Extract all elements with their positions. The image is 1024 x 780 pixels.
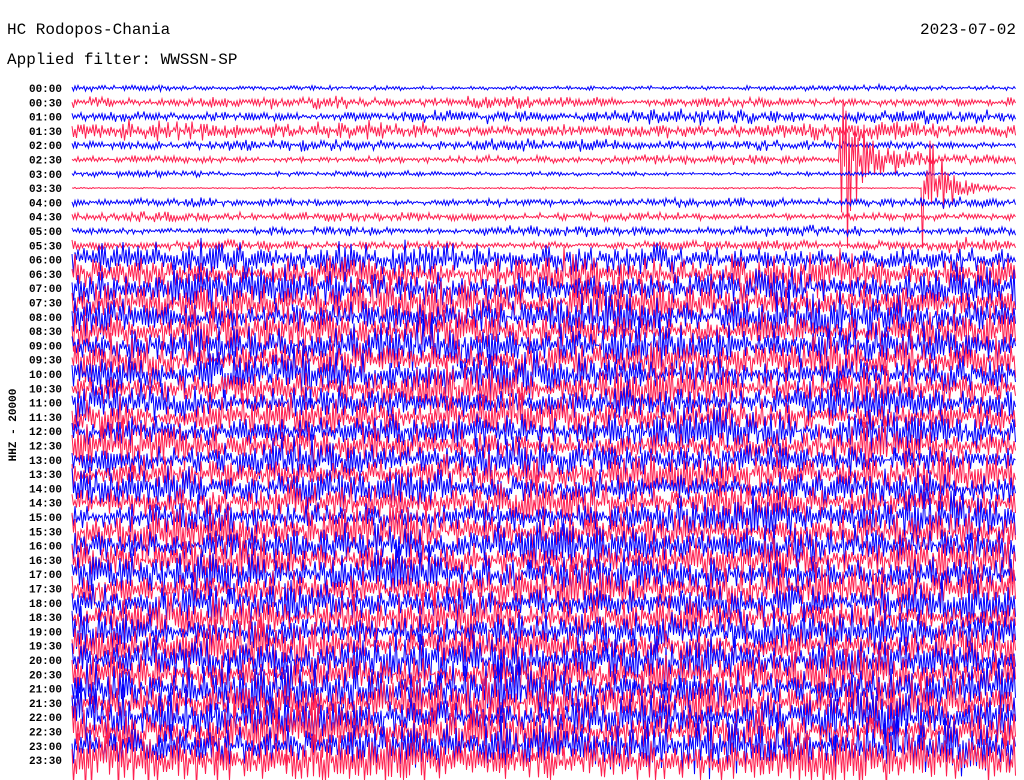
trace-row-0030 (71, 95, 1016, 110)
row-time-label: 07:00 (29, 284, 62, 296)
row-time-label: 11:00 (29, 399, 62, 411)
y-axis-label: HHZ - 20000 (8, 389, 20, 462)
row-time-label: 18:00 (29, 599, 62, 611)
trace-row-0100 (71, 108, 1016, 126)
row-time-label: 04:00 (29, 198, 62, 210)
row-time-label: 00:30 (29, 98, 62, 110)
row-time-label: 05:30 (29, 241, 62, 253)
row-time-label: 14:30 (29, 499, 62, 511)
row-time-label: 23:30 (29, 756, 62, 768)
row-time-label: 00:00 (29, 84, 62, 96)
row-time-label: 19:00 (29, 627, 62, 639)
row-time-label: 17:00 (29, 570, 62, 582)
row-time-label: 05:00 (29, 227, 62, 239)
row-time-label: 18:30 (29, 613, 62, 625)
row-time-label: 13:30 (29, 470, 62, 482)
row-time-label: 09:30 (29, 356, 62, 368)
trace-row-0400 (71, 195, 1016, 210)
row-time-label: 03:00 (29, 170, 62, 182)
row-time-label: 01:30 (29, 127, 62, 139)
row-time-label: 20:30 (29, 670, 62, 682)
row-time-label: 07:30 (29, 299, 62, 311)
trace-row-0230 (71, 102, 1016, 249)
row-time-label: 22:30 (29, 728, 62, 740)
helicorder-plot: 00:00 00:30 01:00 01:30 02:00 02:30 03:00 03:30… (8, 82, 1016, 780)
row-time-label: 15:30 (29, 527, 62, 539)
row-time-label: 13:00 (29, 456, 62, 468)
row-time-label: 06:30 (29, 270, 62, 282)
row-time-label: 21:00 (29, 685, 62, 697)
trace-row-0200 (71, 138, 1016, 153)
row-time-label: 19:30 (29, 642, 62, 654)
row-time-label: 01:00 (29, 113, 62, 125)
row-time-label: 02:30 (29, 156, 62, 168)
trace-row-0000 (71, 82, 1016, 94)
row-time-label: 22:00 (29, 713, 62, 725)
trace-row-0430 (71, 210, 1016, 224)
row-time-label: 15:00 (29, 513, 62, 525)
row-time-label: 12:30 (29, 442, 62, 454)
row-time-label: 10:00 (29, 370, 62, 382)
row-time-label: 11:30 (29, 413, 62, 425)
row-time-label: 17:30 (29, 585, 62, 597)
row-time-label: 08:00 (29, 313, 62, 325)
row-time-label: 12:00 (29, 427, 62, 439)
trace-row-0500 (71, 224, 1016, 239)
row-time-label: 02:00 (29, 141, 62, 153)
row-time-label: 06:00 (29, 256, 62, 268)
row-time-label: 20:00 (29, 656, 62, 668)
row-time-label: 10:30 (29, 384, 62, 396)
row-time-label: 21:30 (29, 699, 62, 711)
row-time-label: 08:30 (29, 327, 62, 339)
row-time-label: 16:00 (29, 542, 62, 554)
row-time-label: 09:00 (29, 341, 62, 353)
row-time-label: 03:30 (29, 184, 62, 196)
row-time-label: 04:30 (29, 213, 62, 225)
row-time-label: 14:00 (29, 484, 62, 496)
row-time-label: 23:00 (29, 742, 62, 754)
row-time-label: 16:30 (29, 556, 62, 568)
